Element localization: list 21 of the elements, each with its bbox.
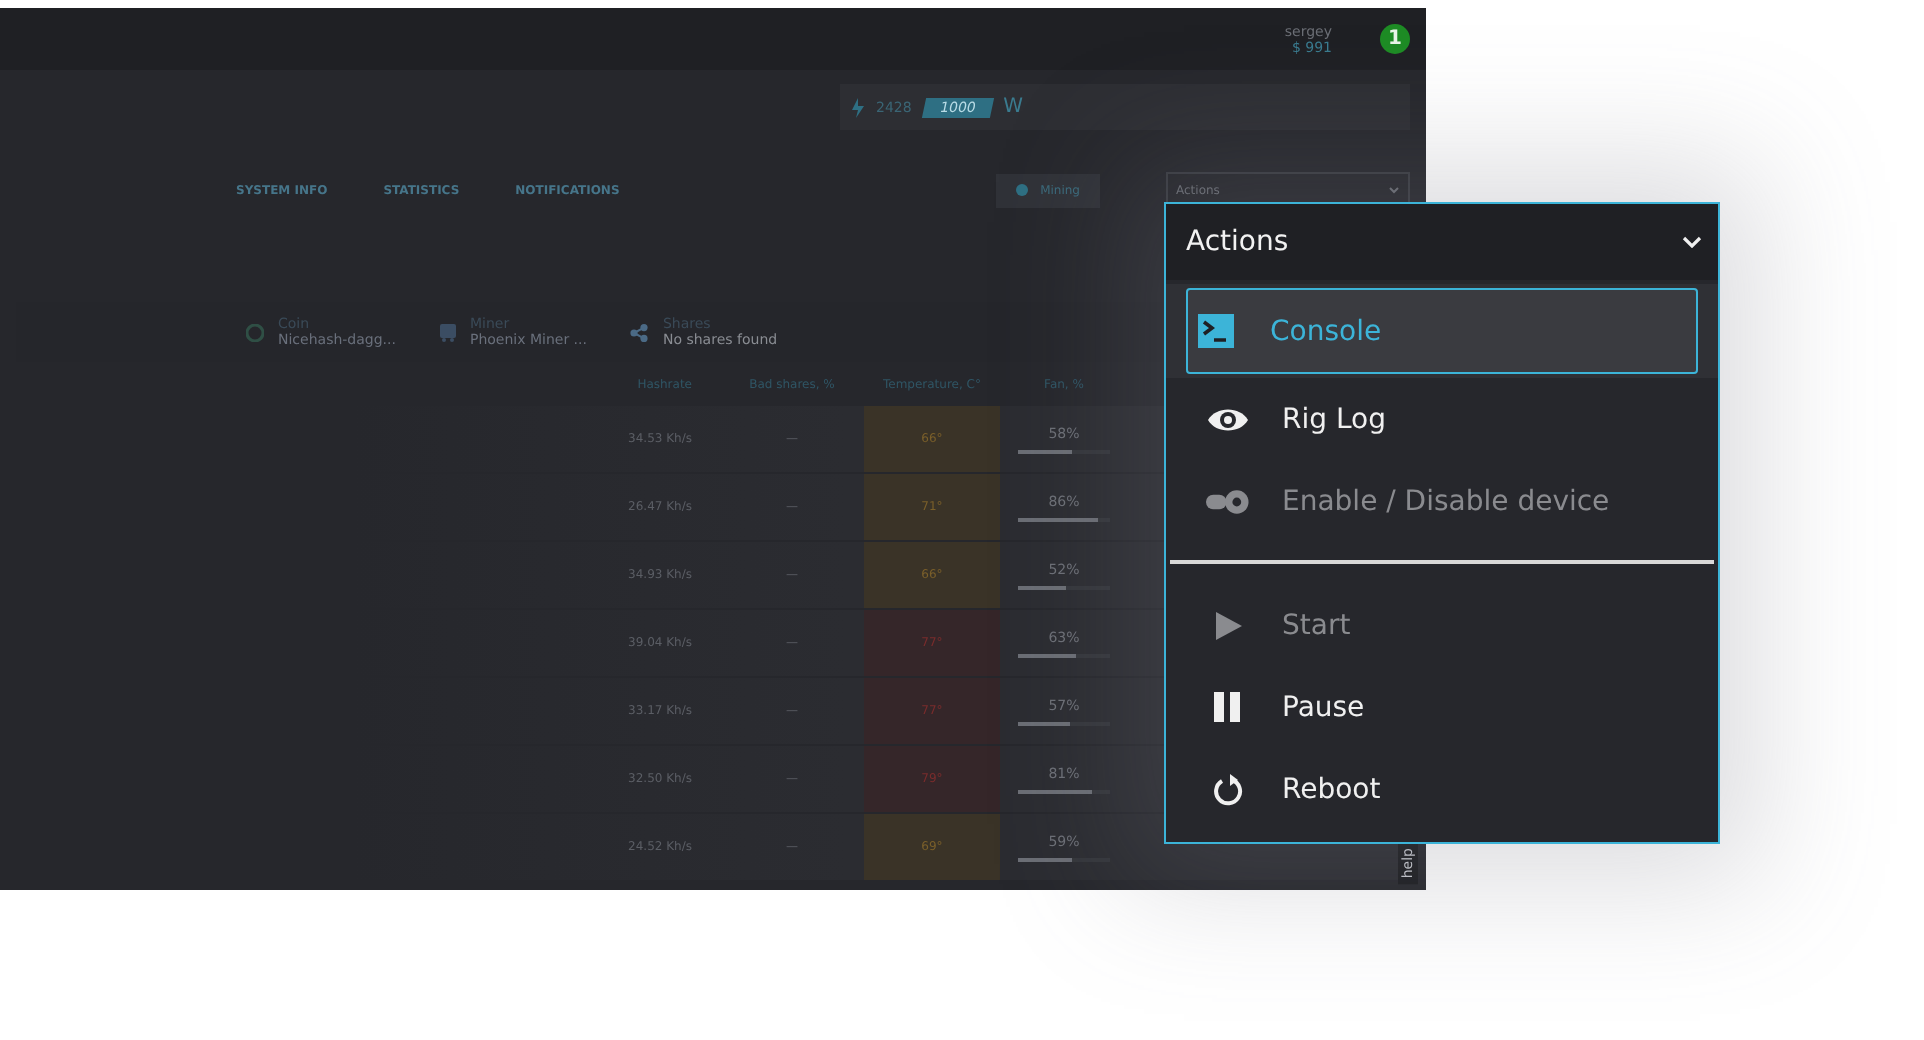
pause-icon (1214, 692, 1242, 722)
play-icon (1215, 611, 1241, 639)
lightning-icon (852, 97, 864, 117)
menu-item[interactable]: Reboot (1166, 748, 1698, 830)
coin-icon (246, 323, 264, 341)
share-icon (630, 323, 649, 341)
terminal-icon (1198, 314, 1234, 348)
toggle-icon (1206, 485, 1250, 517)
menu-item[interactable]: Pause (1166, 666, 1698, 748)
chevron-down-icon (1388, 186, 1400, 194)
cart-icon (439, 323, 456, 341)
notification-badge[interactable]: 1 (1380, 24, 1410, 54)
power-unit: W (1003, 96, 1024, 118)
eye-icon (1206, 405, 1250, 433)
menu-item[interactable]: Rig Log (1166, 378, 1698, 460)
dropdown-title: Actions (1186, 226, 1289, 258)
status-dot-icon (1016, 184, 1029, 196)
dropdown-header[interactable]: Actions (1166, 204, 1718, 280)
chevron-down-icon (1682, 236, 1702, 248)
menu-item[interactable]: Console (1186, 288, 1698, 374)
reboot-icon (1213, 773, 1243, 805)
